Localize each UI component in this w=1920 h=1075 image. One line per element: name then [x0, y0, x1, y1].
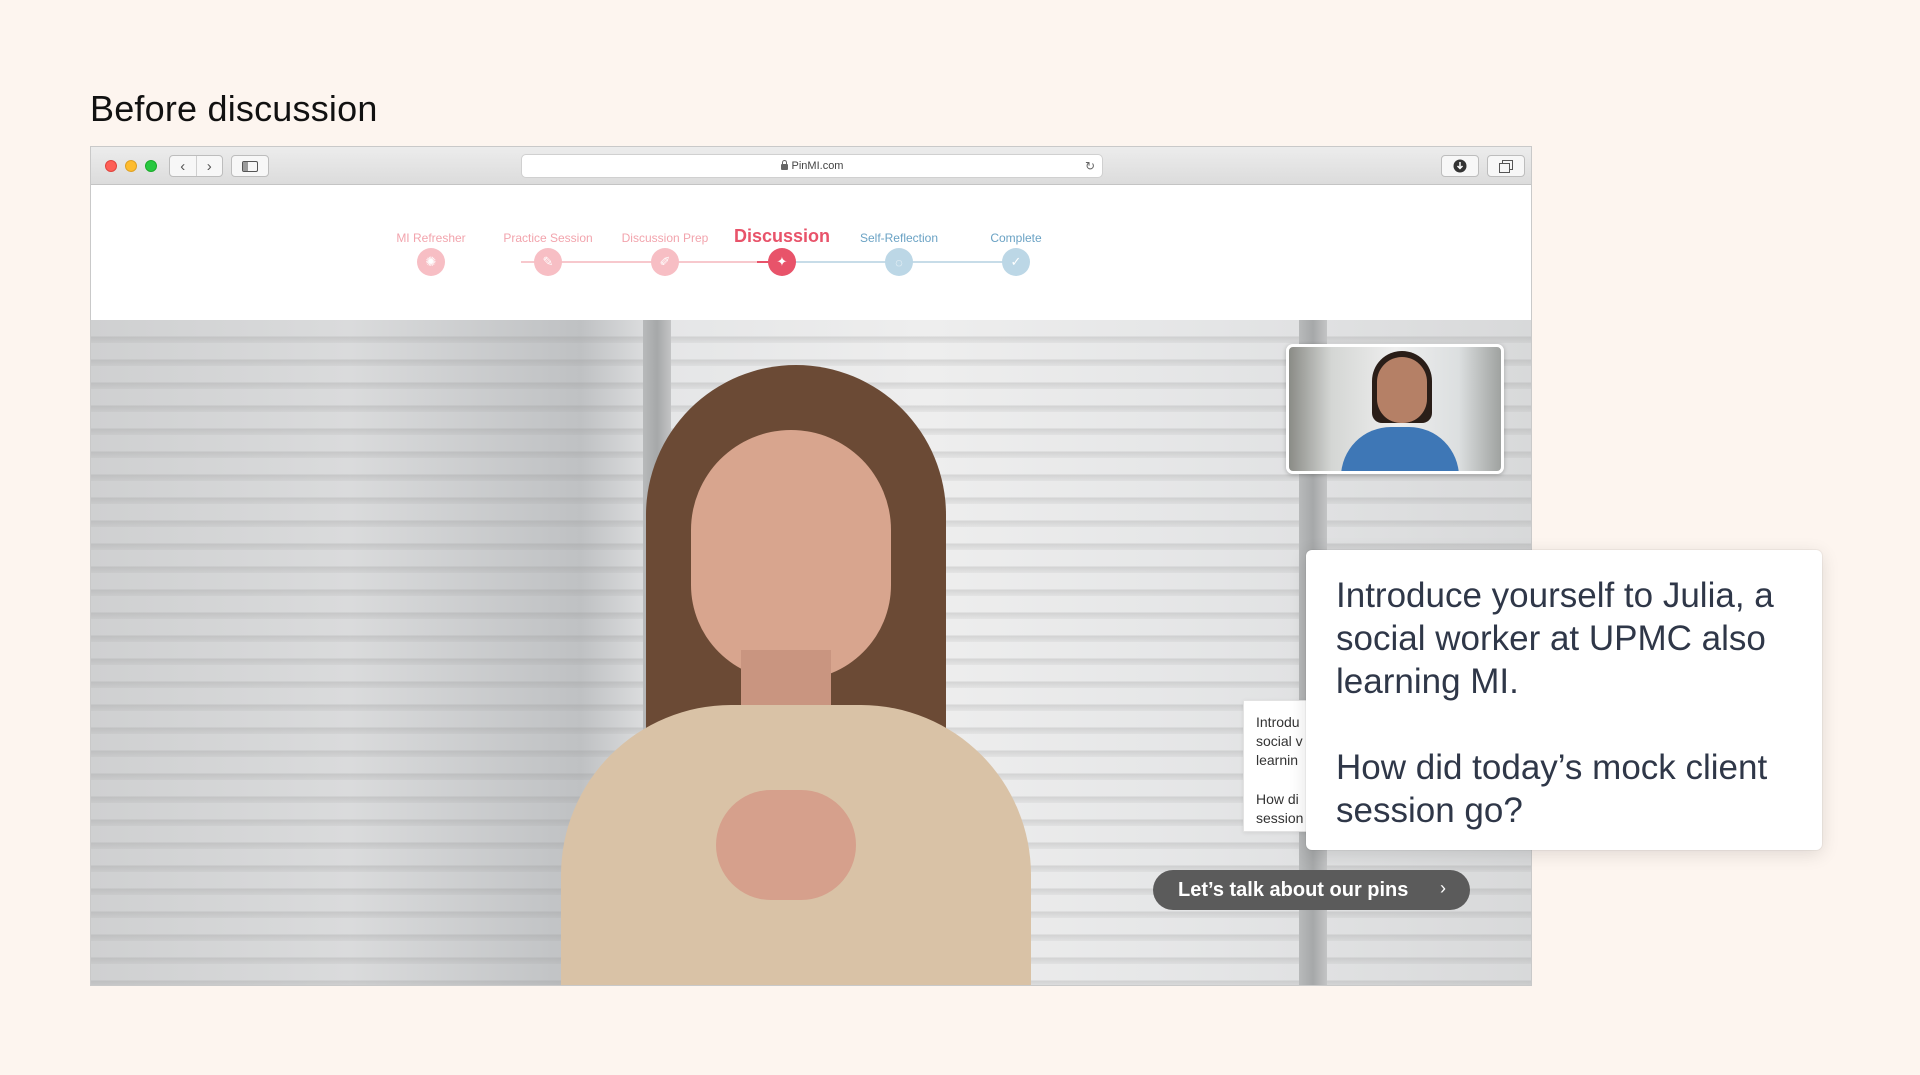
nav-buttons: ‹ › — [169, 155, 223, 177]
url-text: PinMI.com — [791, 160, 844, 172]
step-label-3: Discussion Prep — [621, 231, 709, 245]
self-view-video[interactable] — [1286, 344, 1504, 474]
step-3-pencil-icon[interactable]: ✐ — [651, 248, 679, 276]
back-button[interactable]: ‹ — [170, 156, 196, 176]
download-icon — [1453, 159, 1467, 173]
step-label-4: Discussion — [733, 226, 831, 246]
zoom-window-button[interactable] — [145, 160, 157, 172]
browser-titlebar: ‹ › PinMI.com ↻ — [91, 147, 1531, 185]
self-view-body — [1341, 427, 1459, 471]
download-button[interactable] — [1441, 155, 1479, 177]
cta-label: Let’s talk about our pins — [1178, 878, 1409, 901]
step-6-check-icon[interactable]: ✓ — [1002, 248, 1030, 276]
person-face — [691, 430, 891, 680]
chevron-right-icon: › — [1440, 878, 1446, 898]
reload-icon[interactable]: ↻ — [1085, 159, 1095, 173]
page-heading: Before discussion — [90, 88, 378, 129]
step-label-1: MI Refresher — [396, 231, 466, 245]
prompt-question: How did today’s mock client session go? — [1336, 748, 1768, 830]
step-label-6: Complete — [990, 231, 1042, 245]
forward-button[interactable]: › — [195, 156, 223, 176]
self-view-face — [1377, 357, 1427, 423]
lock-icon — [780, 160, 788, 170]
talk-about-pins-button[interactable]: Let’s talk about our pins › — [1153, 870, 1470, 910]
step-1-brain-icon[interactable]: ✺ — [417, 248, 445, 276]
sidebar-toggle-button[interactable] — [231, 155, 269, 177]
step-2-pin-icon[interactable]: ✎ — [534, 248, 562, 276]
step-label-5: Self-Reflection — [859, 231, 939, 245]
close-window-button[interactable] — [105, 160, 117, 172]
sidebar-icon — [242, 160, 258, 172]
person-hands — [716, 790, 856, 900]
step-5-speech-bubble-icon[interactable]: ◌ — [885, 248, 913, 276]
prompt-card: Introduce yourself to Julia, a social wo… — [1306, 550, 1822, 850]
tabs-icon — [1499, 159, 1513, 173]
minimize-window-button[interactable] — [125, 160, 137, 172]
prompt-intro: Introduce yourself to Julia, a social wo… — [1336, 576, 1774, 701]
address-bar[interactable]: PinMI.com ↻ — [521, 154, 1103, 178]
tabs-overview-button[interactable] — [1487, 155, 1525, 177]
step-label-2: Practice Session — [503, 231, 593, 245]
step-4-chat-pin-icon[interactable]: ✦ — [768, 248, 796, 276]
progress-stepper: MI Refresher ✺ Practice Session ✎ Discussion… — [91, 185, 1531, 321]
